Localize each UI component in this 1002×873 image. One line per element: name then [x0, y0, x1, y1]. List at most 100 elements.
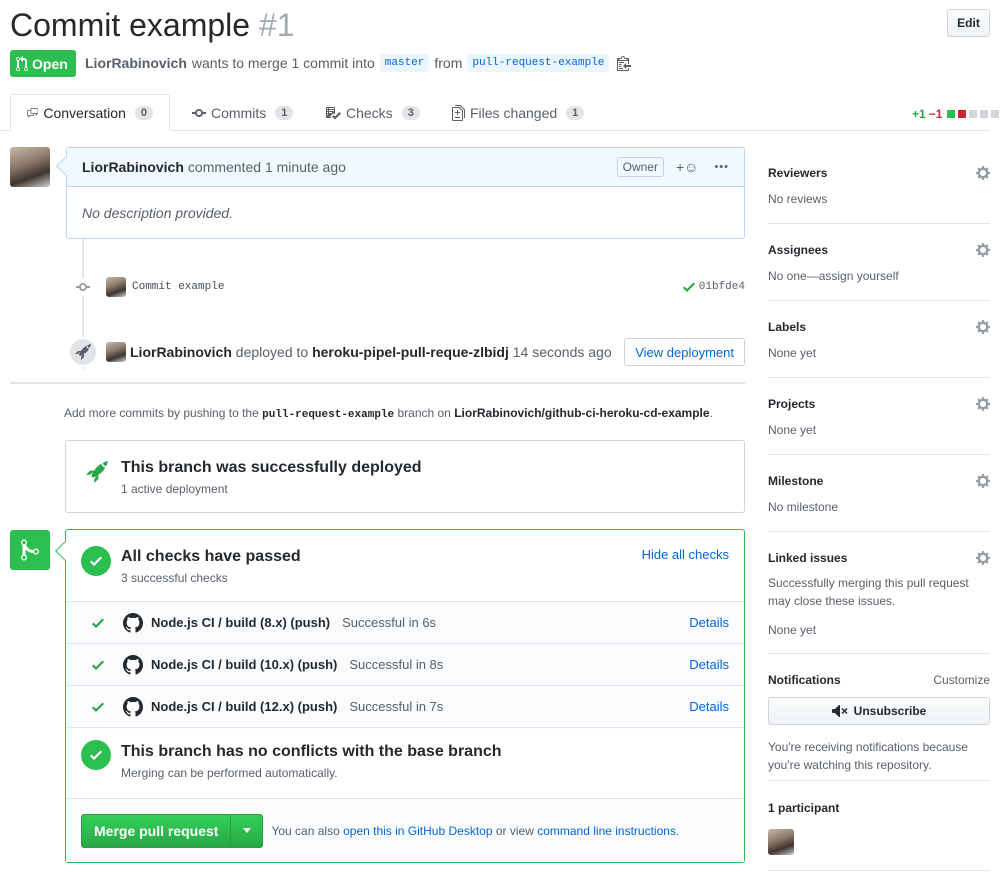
rocket-icon: [86, 461, 108, 483]
tab-counter: 0: [134, 105, 153, 120]
diffstat[interactable]: +1 −1: [912, 107, 1000, 121]
pr-author-link[interactable]: LiorRabinovich: [85, 55, 187, 71]
check-circle-icon: [81, 740, 111, 770]
deployment-action: deployed to: [235, 344, 309, 360]
sidebar-assignees: Assignees No one—assign yourself: [768, 224, 990, 301]
sidebar-section-title[interactable]: Assignees: [768, 243, 828, 257]
conflicts-subtitle: Merging can be performed automatically.: [121, 766, 338, 780]
repo-link[interactable]: LiorRabinovich/github-ci-heroku-cd-examp…: [454, 406, 709, 420]
diffstat-block: [991, 110, 1000, 118]
notifications-note-line: you're watching this repository.: [768, 758, 932, 772]
sidebar-participants: 1 participant: [768, 781, 990, 871]
comment-author-link[interactable]: LiorRabinovich: [82, 159, 184, 175]
tab-commits[interactable]: Commits 1: [176, 94, 309, 131]
sidebar-section-value: None yet: [768, 346, 817, 360]
gear-icon[interactable]: [976, 319, 990, 335]
notifications-note-line: You're receiving notifications because: [768, 740, 968, 754]
merge-alt-middle: or view: [495, 823, 534, 838]
sidebar-section-value[interactable]: No one—assign yourself: [768, 269, 899, 283]
add-reaction-icon[interactable]: +☺: [676, 159, 698, 175]
diffstat-additions: +1: [912, 107, 926, 121]
diffstat-block: [947, 110, 956, 118]
deployment-text: LiorRabinovich deployed to heroku-pipel-…: [130, 344, 612, 360]
merge-alt-prefix: You can also: [271, 823, 340, 838]
check-name: Node.js CI / build (8.x) (push): [151, 615, 331, 630]
view-deployment-button[interactable]: View deployment: [624, 338, 745, 366]
unsubscribe-label: Unsubscribe: [853, 704, 927, 718]
linked-issues-note-line: Successfully merging this pull request: [768, 576, 969, 590]
pr-merge-text: wants to merge 1 commit into: [191, 55, 375, 71]
participant-avatar[interactable]: [768, 829, 794, 855]
chevron-down-icon[interactable]: [230, 814, 262, 847]
git-commit-icon: [74, 278, 92, 296]
author-avatar[interactable]: [10, 147, 50, 187]
kebab-menu-icon[interactable]: •••: [714, 161, 729, 173]
customize-notifications-link[interactable]: Customize: [933, 673, 990, 687]
sidebar-projects: Projects None yet: [768, 378, 990, 455]
merge-button-group: Merge pull request: [81, 813, 264, 848]
deployment-status-title: This branch was successfully deployed: [121, 459, 422, 476]
commit-message-link[interactable]: Commit example: [132, 281, 224, 293]
command-line-instructions-link[interactable]: command line instructions: [537, 824, 676, 838]
commit-author-avatar[interactable]: [106, 277, 126, 297]
git-pull-request-icon: [16, 55, 28, 71]
sidebar-section-title[interactable]: Milestone: [768, 474, 823, 488]
deployer-avatar[interactable]: [106, 342, 126, 362]
timeline-deployment: LiorRabinovich deployed to heroku-pipel-…: [68, 336, 745, 368]
tab-files-changed[interactable]: Files changed 1: [436, 94, 600, 131]
sidebar-section-title[interactable]: Reviewers: [768, 166, 827, 180]
pr-state-badge: Open: [10, 50, 76, 77]
base-branch-ref[interactable]: master: [379, 54, 430, 72]
diffstat-block: [958, 110, 967, 118]
tab-conversation[interactable]: Conversation 0: [10, 94, 170, 131]
pr-number: #1: [258, 7, 295, 43]
check-status: Successful in 6s: [342, 615, 437, 630]
edit-title-button[interactable]: Edit: [947, 9, 990, 37]
sidebar-section-title[interactable]: Linked issues: [768, 551, 847, 565]
tab-counter: 1: [275, 105, 294, 120]
sidebar-notifications: Notifications Customize Unsubscribe You'…: [768, 654, 990, 781]
check-row: Node.js CI / build (12.x) (push) Success…: [66, 686, 744, 728]
pr-description-comment: LiorRabinovich commented 1 minute ago Ow…: [56, 147, 745, 239]
pr-meta: LiorRabinovich wants to merge 1 commit i…: [85, 52, 632, 74]
tab-checks[interactable]: Checks 3: [309, 94, 436, 131]
gear-icon[interactable]: [976, 242, 990, 258]
clipboard-icon[interactable]: [617, 55, 632, 71]
mute-icon: [831, 705, 848, 717]
gear-icon[interactable]: [976, 550, 990, 566]
sidebar-linked-issues: Linked issues Successfully merging this …: [768, 532, 990, 654]
sidebar-section-title: 1 participant: [768, 801, 840, 815]
rocket-icon: [68, 337, 98, 367]
check-icon: [92, 618, 104, 628]
hide-checks-toggle[interactable]: Hide all checks: [642, 547, 729, 562]
checklist-icon: [326, 106, 341, 119]
tab-label: Commits: [211, 104, 267, 121]
sidebar-section-title[interactable]: Labels: [768, 320, 806, 334]
comment-timestamp[interactable]: 1 minute ago: [265, 159, 346, 175]
commit-sha[interactable]: 01bfde4: [682, 279, 745, 295]
deployment-time[interactable]: 14 seconds ago: [513, 344, 612, 360]
sidebar-section-value: None yet: [768, 623, 817, 637]
gear-icon[interactable]: [976, 396, 990, 412]
head-branch-ref[interactable]: pull-request-example: [467, 54, 610, 72]
gear-icon[interactable]: [976, 165, 990, 181]
linked-issues-note-line: may close these issues.: [768, 594, 896, 608]
check-circle-icon: [81, 546, 111, 576]
open-github-desktop-link[interactable]: open this in GitHub Desktop: [343, 824, 492, 838]
push-hint-middle: branch on: [397, 406, 451, 420]
check-details-link[interactable]: Details: [689, 615, 729, 630]
comment-header: LiorRabinovich commented 1 minute ago Ow…: [67, 148, 744, 187]
owner-badge: Owner: [616, 157, 664, 177]
unsubscribe-button[interactable]: Unsubscribe: [768, 697, 990, 725]
check-details-link[interactable]: Details: [689, 699, 729, 714]
deployer-link[interactable]: LiorRabinovich: [130, 344, 232, 360]
sidebar-section-value: No reviews: [768, 192, 828, 206]
check-row: Node.js CI / build (8.x) (push) Successf…: [66, 602, 744, 644]
deployment-status-sub[interactable]: 1 active deployment: [121, 482, 228, 496]
gear-icon[interactable]: [976, 473, 990, 489]
merge-pull-request-button[interactable]: Merge pull request: [82, 815, 230, 847]
check-details-link[interactable]: Details: [689, 657, 729, 672]
sidebar-section-value: No milestone: [768, 500, 839, 514]
push-hint-prefix: Add more commits by pushing to the: [64, 406, 259, 420]
sidebar-section-title[interactable]: Projects: [768, 397, 815, 411]
